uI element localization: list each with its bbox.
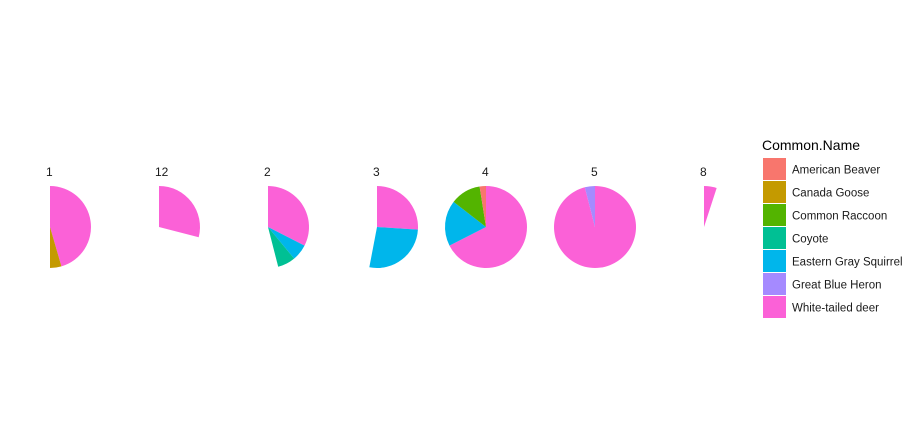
facet-8: 8 xyxy=(700,165,717,227)
chart-canvas: 1 12 2 3 4 5 8 Common.Name American BeaverCana… xyxy=(46,137,903,318)
legend-label: Coyote xyxy=(792,234,828,246)
pie-slice-white-tailed-deer xyxy=(377,186,419,230)
pie-slice-eastern-gray-squirrel xyxy=(369,227,418,268)
legend-key-swatch xyxy=(763,158,786,180)
facet-2: 2 xyxy=(264,165,309,267)
legend-item-canada-goose: Canada Goose xyxy=(763,181,869,203)
pie-slice-white-tailed-deer xyxy=(704,186,717,227)
facet-1: 1 xyxy=(46,165,91,268)
pie-slice-white-tailed-deer xyxy=(554,186,637,268)
facet-label: 5 xyxy=(591,165,598,179)
facet-label: 8 xyxy=(700,165,707,179)
facet-label: 4 xyxy=(482,165,489,179)
legend-label: Canada Goose xyxy=(792,188,869,200)
facet-label: 2 xyxy=(264,165,271,179)
legend-key-swatch xyxy=(763,181,786,203)
legend-item-american-beaver: American Beaver xyxy=(763,158,880,180)
legend-label: Great Blue Heron xyxy=(792,280,882,292)
legend-item-coyote: Coyote xyxy=(763,227,828,249)
legend-key-swatch xyxy=(763,227,786,249)
facet-3: 3 xyxy=(369,165,419,268)
legend-item-eastern-gray-squirrel: Eastern Gray Squirrel xyxy=(763,250,903,272)
legend-item-white-tailed-deer: White-tailed deer xyxy=(763,296,879,318)
facet-4: 4 xyxy=(445,165,528,268)
facet-12: 12 xyxy=(155,165,200,238)
facet-label: 1 xyxy=(46,165,53,179)
legend: Common.Name American Beaver Canada Goose C… xyxy=(762,137,903,318)
legend-item-common-raccoon: Common Raccoon xyxy=(763,204,887,226)
legend-item-great-blue-heron: Great Blue Heron xyxy=(763,273,882,295)
pie-slice-white-tailed-deer xyxy=(159,186,200,238)
legend-key-swatch xyxy=(763,296,786,318)
legend-key-swatch xyxy=(763,250,786,272)
facet-label: 3 xyxy=(373,165,380,179)
legend-label: White-tailed deer xyxy=(792,303,879,315)
legend-title: Common.Name xyxy=(762,137,860,153)
legend-label: Common Raccoon xyxy=(792,211,887,223)
legend-label: Eastern Gray Squirrel xyxy=(792,257,903,269)
facet-5: 5 xyxy=(554,165,637,268)
legend-key-swatch xyxy=(763,273,786,295)
facet-panels: 1 12 2 3 4 5 8 xyxy=(46,165,717,268)
legend-key-swatch xyxy=(763,204,786,226)
legend-label: American Beaver xyxy=(792,165,880,177)
legend-items: American Beaver Canada Goose Common Raccoo… xyxy=(763,158,903,318)
facet-label: 12 xyxy=(155,165,169,179)
